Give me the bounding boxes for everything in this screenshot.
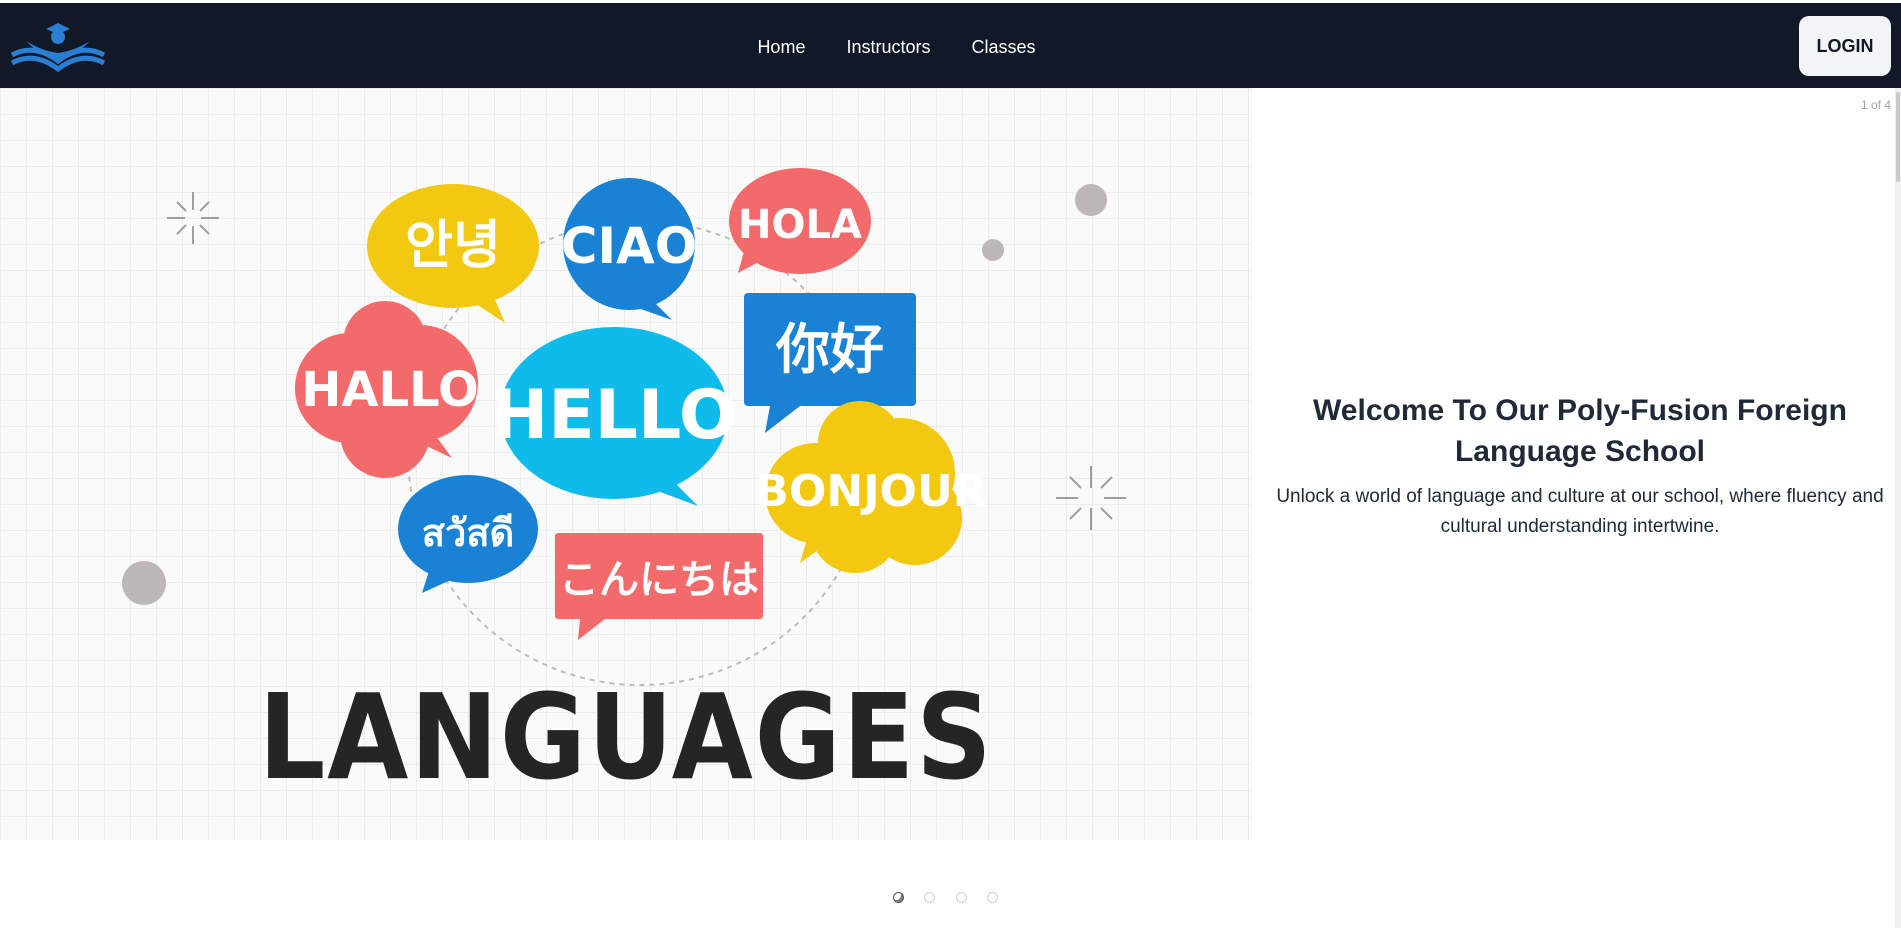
languages-heading: LANGUAGES [259,668,994,806]
svg-text:HOLA: HOLA [738,202,862,248]
bubble-italian: CIAO [561,178,698,320]
page-scrollbar-thumb[interactable] [1896,92,1900,182]
slide-counter: 1 of 4 [1860,98,1891,112]
svg-text:BONJOUR: BONJOUR [755,466,986,517]
carousel-pagination [893,890,1014,908]
nav-classes-link[interactable]: Classes [972,37,1036,58]
svg-text:你好: 你好 [775,318,884,381]
nav-home-link[interactable]: Home [757,37,805,58]
page-scrollbar[interactable] [1895,88,1901,928]
carousel-dot-4[interactable] [987,892,999,903]
top-navbar: Home Instructors Classes LOGIN [0,3,1901,88]
hero-languages-image: 안녕 CIAO HOLA 你好 HALLO HELLO BONJOUR สวัส… [0,88,1252,840]
bubble-french: BONJOUR [755,401,987,573]
hero-text-block: Welcome To Our Poly-Fusion Foreign Langu… [1270,390,1890,542]
svg-text:HELLO: HELLO [491,376,736,455]
carousel-dot-1[interactable] [893,892,904,903]
svg-text:สวัสดี: สวัสดี [422,511,514,555]
bubble-chinese: 你好 [744,293,916,433]
hero-title: Welcome To Our Poly-Fusion Foreign Langu… [1313,394,1847,468]
bubble-thai: สวัสดี [398,475,538,593]
svg-text:こんにちは: こんにちは [559,557,759,603]
svg-text:안녕: 안녕 [405,216,501,276]
bubble-german: HALLO [295,301,479,478]
hero-subtitle: Unlock a world of language and culture a… [1276,486,1884,537]
carousel-dot-2[interactable] [924,892,936,903]
nav-links: Home Instructors Classes [0,37,1901,58]
bubble-spanish: HOLA [729,168,871,274]
bubble-japanese: こんにちは [555,533,763,640]
bubble-english: HELLO [491,327,737,506]
svg-text:CIAO: CIAO [561,217,698,275]
svg-text:HALLO: HALLO [301,362,479,418]
nav-instructors-link[interactable]: Instructors [846,37,930,58]
login-button[interactable]: LOGIN [1799,16,1891,76]
carousel-dot-3[interactable] [955,892,967,903]
